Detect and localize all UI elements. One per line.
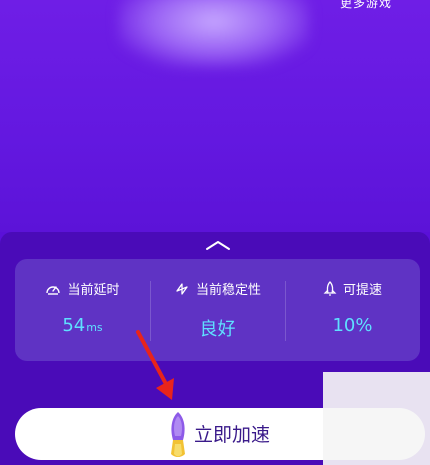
chevron-up-icon: [206, 241, 230, 250]
stat-value: 10%: [332, 315, 373, 336]
stat-unit: ms: [86, 321, 103, 334]
stat-value: 54ms: [62, 315, 103, 336]
network-stats-card: 当前延时 54ms 当前稳定性 良好 可提速 10%: [15, 259, 420, 361]
rocket-icon: [171, 412, 185, 457]
overlay-patch: [323, 372, 430, 465]
stat-speedup: 可提速 10%: [285, 259, 420, 361]
game-image[interactable]: [118, 0, 310, 68]
stability-icon: [174, 281, 190, 297]
stat-value: 良好: [199, 319, 236, 340]
stat-label: 当前延时: [67, 283, 120, 298]
collapse-handle[interactable]: [205, 238, 231, 252]
stat-label: 当前稳定性: [195, 283, 261, 298]
speedometer-icon: [45, 282, 61, 296]
stat-stability: 当前稳定性 良好: [150, 259, 285, 361]
stat-label: 可提速: [342, 283, 382, 298]
rocket-icon: [323, 280, 337, 297]
more-games-link[interactable]: 更多游戏: [340, 0, 392, 11]
stat-latency: 当前延时 54ms: [15, 259, 150, 361]
game-banner: 更多游戏: [0, 0, 430, 232]
accelerate-label: 立即加速: [194, 424, 271, 446]
